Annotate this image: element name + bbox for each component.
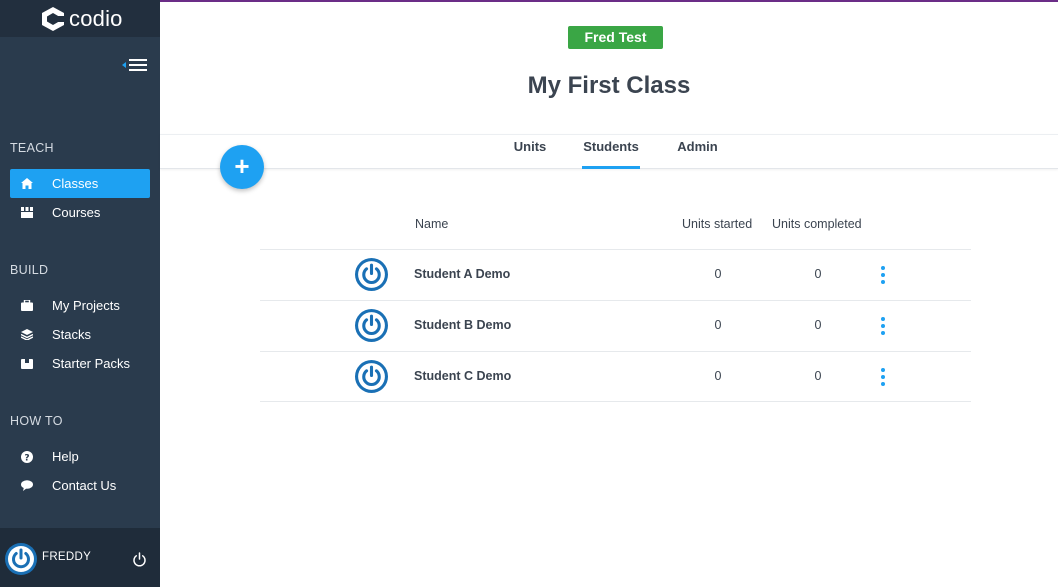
units-started: 0 (714, 369, 722, 383)
power-icon[interactable] (132, 552, 147, 567)
avatar[interactable] (5, 543, 37, 575)
plus-icon: + (234, 151, 250, 181)
add-button[interactable]: + (220, 145, 264, 189)
logo-bar[interactable]: codio (0, 0, 160, 37)
more-options-icon[interactable] (878, 367, 888, 387)
units-completed: 0 (814, 267, 822, 281)
sidebar-item-contact-us[interactable]: Contact Us (10, 471, 150, 500)
student-avatar (355, 360, 388, 393)
sidebar-item-starter-packs[interactable]: Starter Packs (10, 349, 150, 378)
sidebar-item-label: Help (52, 449, 79, 464)
table-row[interactable]: Student B Demo 0 0 (260, 300, 971, 351)
table-row[interactable]: Student A Demo 0 0 (260, 249, 971, 300)
sidebar-item-help[interactable]: ? Help (10, 442, 150, 471)
section-label-how-to: HOW TO (10, 414, 63, 428)
tab-students[interactable]: Students (582, 135, 640, 169)
column-header-name[interactable]: Name (415, 217, 448, 231)
sidebar-item-classes[interactable]: Classes (10, 169, 150, 198)
sidebar-item-label: My Projects (52, 298, 120, 313)
tab-units[interactable]: Units (512, 135, 548, 169)
layers-icon (20, 328, 34, 342)
menu-icon (129, 59, 147, 61)
student-avatar (355, 258, 388, 291)
units-started: 0 (714, 267, 722, 281)
section-label-teach: TEACH (10, 141, 54, 155)
sidebar-item-label: Stacks (52, 327, 92, 342)
tab-admin[interactable]: Admin (676, 135, 719, 169)
more-options-icon[interactable] (878, 316, 888, 336)
table-header: Name Units started Units completed (260, 208, 971, 249)
brand-name: codio (69, 5, 123, 31)
more-options-icon[interactable] (878, 265, 888, 285)
units-started: 0 (714, 318, 722, 332)
top-accent-line (160, 0, 1058, 2)
students-table: Name Units started Units completed Stude… (260, 208, 971, 402)
chat-bubble-icon (20, 479, 34, 493)
codio-logo-icon (40, 6, 66, 32)
table-row[interactable]: Student C Demo 0 0 (260, 351, 971, 402)
student-name[interactable]: Student A Demo (414, 267, 510, 281)
units-completed: 0 (814, 318, 822, 332)
sidebar-item-label: Classes (52, 176, 99, 191)
question-icon: ? (20, 450, 34, 464)
section-label-build: BUILD (10, 263, 49, 277)
collapse-sidebar-button[interactable] (122, 57, 148, 73)
student-name[interactable]: Student C Demo (414, 369, 511, 383)
user-bar: FREDDY (0, 528, 160, 587)
user-name: FREDDY (42, 551, 92, 563)
home-icon (20, 177, 34, 191)
tabs-bar: Units Students Admin (160, 134, 1058, 169)
units-completed: 0 (814, 369, 822, 383)
page-title: My First Class (527, 72, 691, 99)
sidebar-item-label: Contact Us (52, 478, 117, 493)
column-header-units-started[interactable]: Units started (682, 217, 752, 231)
column-header-units-completed[interactable]: Units completed (772, 217, 862, 231)
sidebar-item-my-projects[interactable]: My Projects (10, 291, 150, 320)
student-name[interactable]: Student B Demo (414, 318, 511, 332)
courses-icon (20, 206, 34, 220)
briefcase-icon (20, 299, 34, 313)
sidebar-item-label: Starter Packs (52, 356, 131, 371)
sidebar-item-stacks[interactable]: Stacks (10, 320, 150, 349)
svg-text:?: ? (24, 453, 29, 463)
arrow-left-icon (122, 62, 126, 68)
box-icon (20, 357, 34, 371)
student-avatar (355, 309, 388, 342)
sidebar: codio TEACH Classes Courses BUILD My Pro… (0, 0, 160, 587)
sidebar-item-courses[interactable]: Courses (10, 198, 150, 227)
sidebar-item-label: Courses (52, 205, 101, 220)
user-badge: Fred Test (568, 26, 663, 49)
